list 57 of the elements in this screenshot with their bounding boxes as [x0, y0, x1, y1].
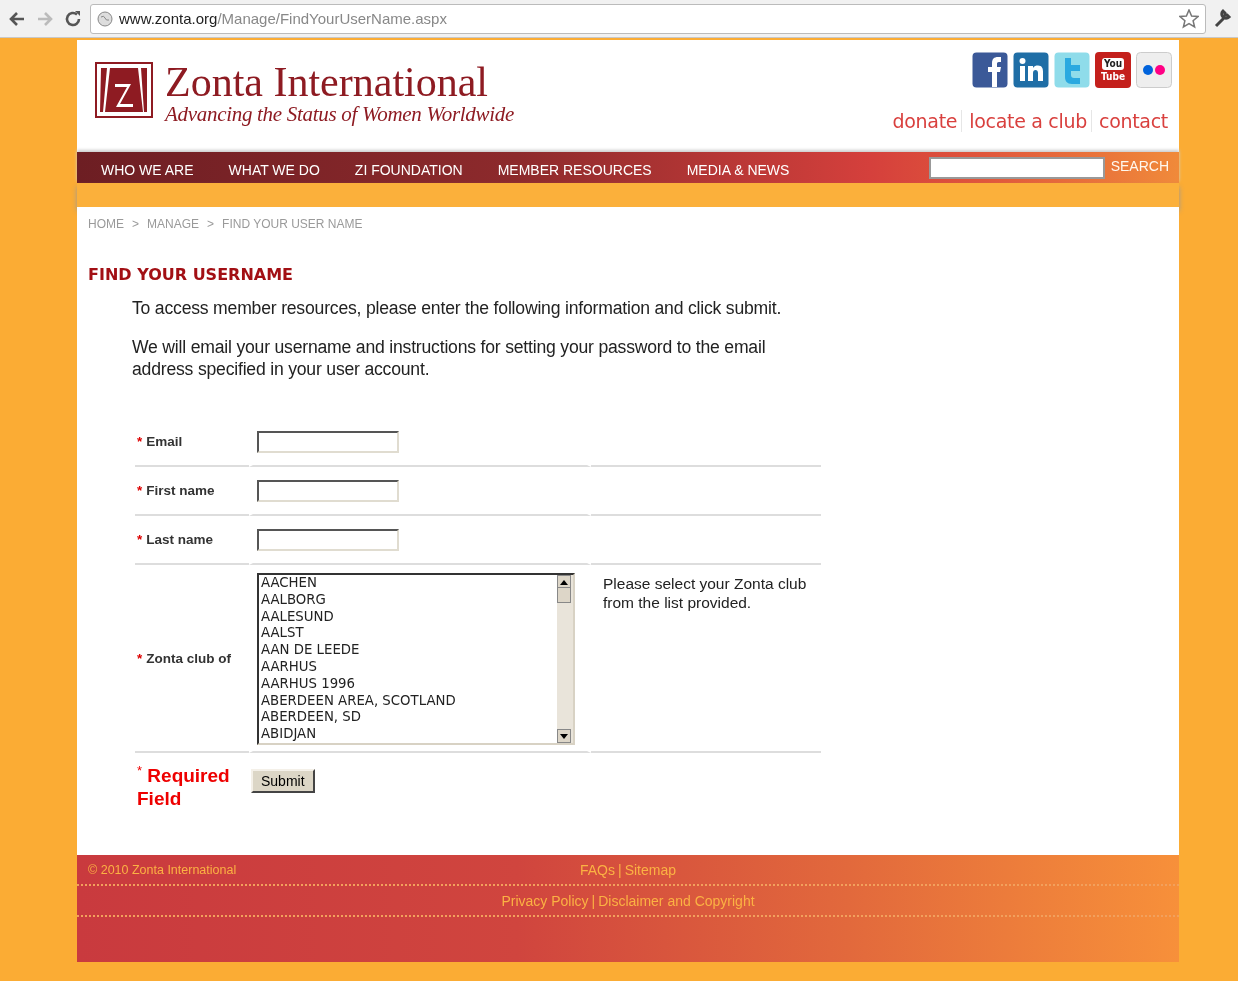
link-separator: |	[591, 892, 596, 909]
scroll-down-icon[interactable]	[560, 733, 568, 739]
nav-link[interactable]: MEDIA & NEWS	[686, 157, 790, 178]
search-field[interactable]	[928, 156, 1105, 179]
intro-paragraph: We will email your username and instructions for setting your password to the email address specified in your user account.	[132, 336, 767, 380]
site-tagline: Advancing the Status of Women Worldwide	[165, 102, 514, 127]
field-label: Last name	[146, 532, 214, 547]
hint-text: Please select your Zonta club from the list provided.	[603, 575, 807, 611]
site-title: Zonta International	[165, 62, 490, 102]
list-option[interactable]: AARHUS 1996	[261, 675, 557, 693]
nav-link[interactable]: WHO WE ARE	[101, 157, 194, 178]
list-option[interactable]: ABIDJAN	[261, 726, 557, 743]
breadcrumb-separator: >	[132, 217, 139, 231]
list-option[interactable]: AAN DE LEEDE	[261, 642, 557, 659]
address-bar[interactable]: www.zonta.org/Manage/FindYourUserName.aspx	[90, 3, 1206, 34]
list-option[interactable]: ABERDEEN AREA, SCOTLAND	[261, 692, 557, 710]
list-option[interactable]: AARHUS	[261, 659, 557, 676]
copyright-text: © 2010 Zonta International	[88, 862, 238, 877]
youtube-icon[interactable]: You Tube	[1095, 52, 1131, 88]
utility-link[interactable]: donate	[885, 110, 962, 132]
wrench-icon[interactable]	[1212, 7, 1232, 30]
required-mark: *	[137, 650, 143, 666]
logo-icon[interactable]	[95, 62, 153, 118]
list-option[interactable]: AACHEN	[261, 575, 557, 592]
scrollbar-thumb[interactable]	[557, 587, 571, 603]
nav-link[interactable]: MEMBER RESOURCES	[497, 157, 652, 178]
list-option[interactable]: AALESUND	[261, 608, 557, 626]
required-mark: *	[137, 483, 143, 498]
linkedin-icon[interactable]	[1013, 52, 1049, 88]
text-field[interactable]	[257, 430, 399, 453]
utility-link[interactable]: locate a club	[961, 110, 1091, 132]
nav-link[interactable]: ZI FOUNDATION	[354, 157, 463, 178]
list-option[interactable]: ABERDEEN, SD	[261, 709, 557, 727]
globe-icon	[97, 10, 113, 27]
text-field[interactable]	[257, 479, 399, 502]
required-note: $^{*}$ Required Field	[137, 762, 231, 811]
flickr-icon[interactable]	[1136, 52, 1172, 88]
breadcrumb-separator: >	[207, 217, 215, 231]
text-field[interactable]	[257, 528, 399, 551]
club-listbox[interactable]: AACHEN AALBORG AALESUND AALST AAN DE LEEDE AARHUS AARHUS 1996 ABERDEEN AREA, SCOTLAND ABERDEEN, SD ABIDJAN	[257, 573, 575, 745]
nav-link[interactable]: WHAT WE DO	[228, 157, 320, 178]
page-title: FIND YOUR USERNAME	[88, 265, 294, 284]
bookmark-star-icon[interactable]	[1179, 8, 1199, 29]
list-option[interactable]: AALST	[261, 625, 557, 643]
url-text: www.zonta.org/Manage/FindYourUserName.aspx	[119, 10, 447, 27]
field-label: Zonta club of	[146, 650, 231, 666]
submit-button[interactable]: Submit	[251, 769, 315, 793]
facebook-icon[interactable]	[972, 52, 1008, 88]
list-option[interactable]: AALBORG	[261, 591, 557, 609]
utility-link[interactable]: contact	[1091, 110, 1172, 132]
link-separator: |	[618, 861, 622, 878]
required-mark: *	[137, 532, 143, 547]
scroll-up-icon[interactable]	[560, 579, 568, 585]
field-label: Email	[146, 434, 183, 449]
intro-paragraph: To access member resources, please enter the following information and click submit.	[132, 297, 783, 319]
field-label: First name	[146, 483, 215, 498]
required-mark: *	[137, 434, 143, 449]
